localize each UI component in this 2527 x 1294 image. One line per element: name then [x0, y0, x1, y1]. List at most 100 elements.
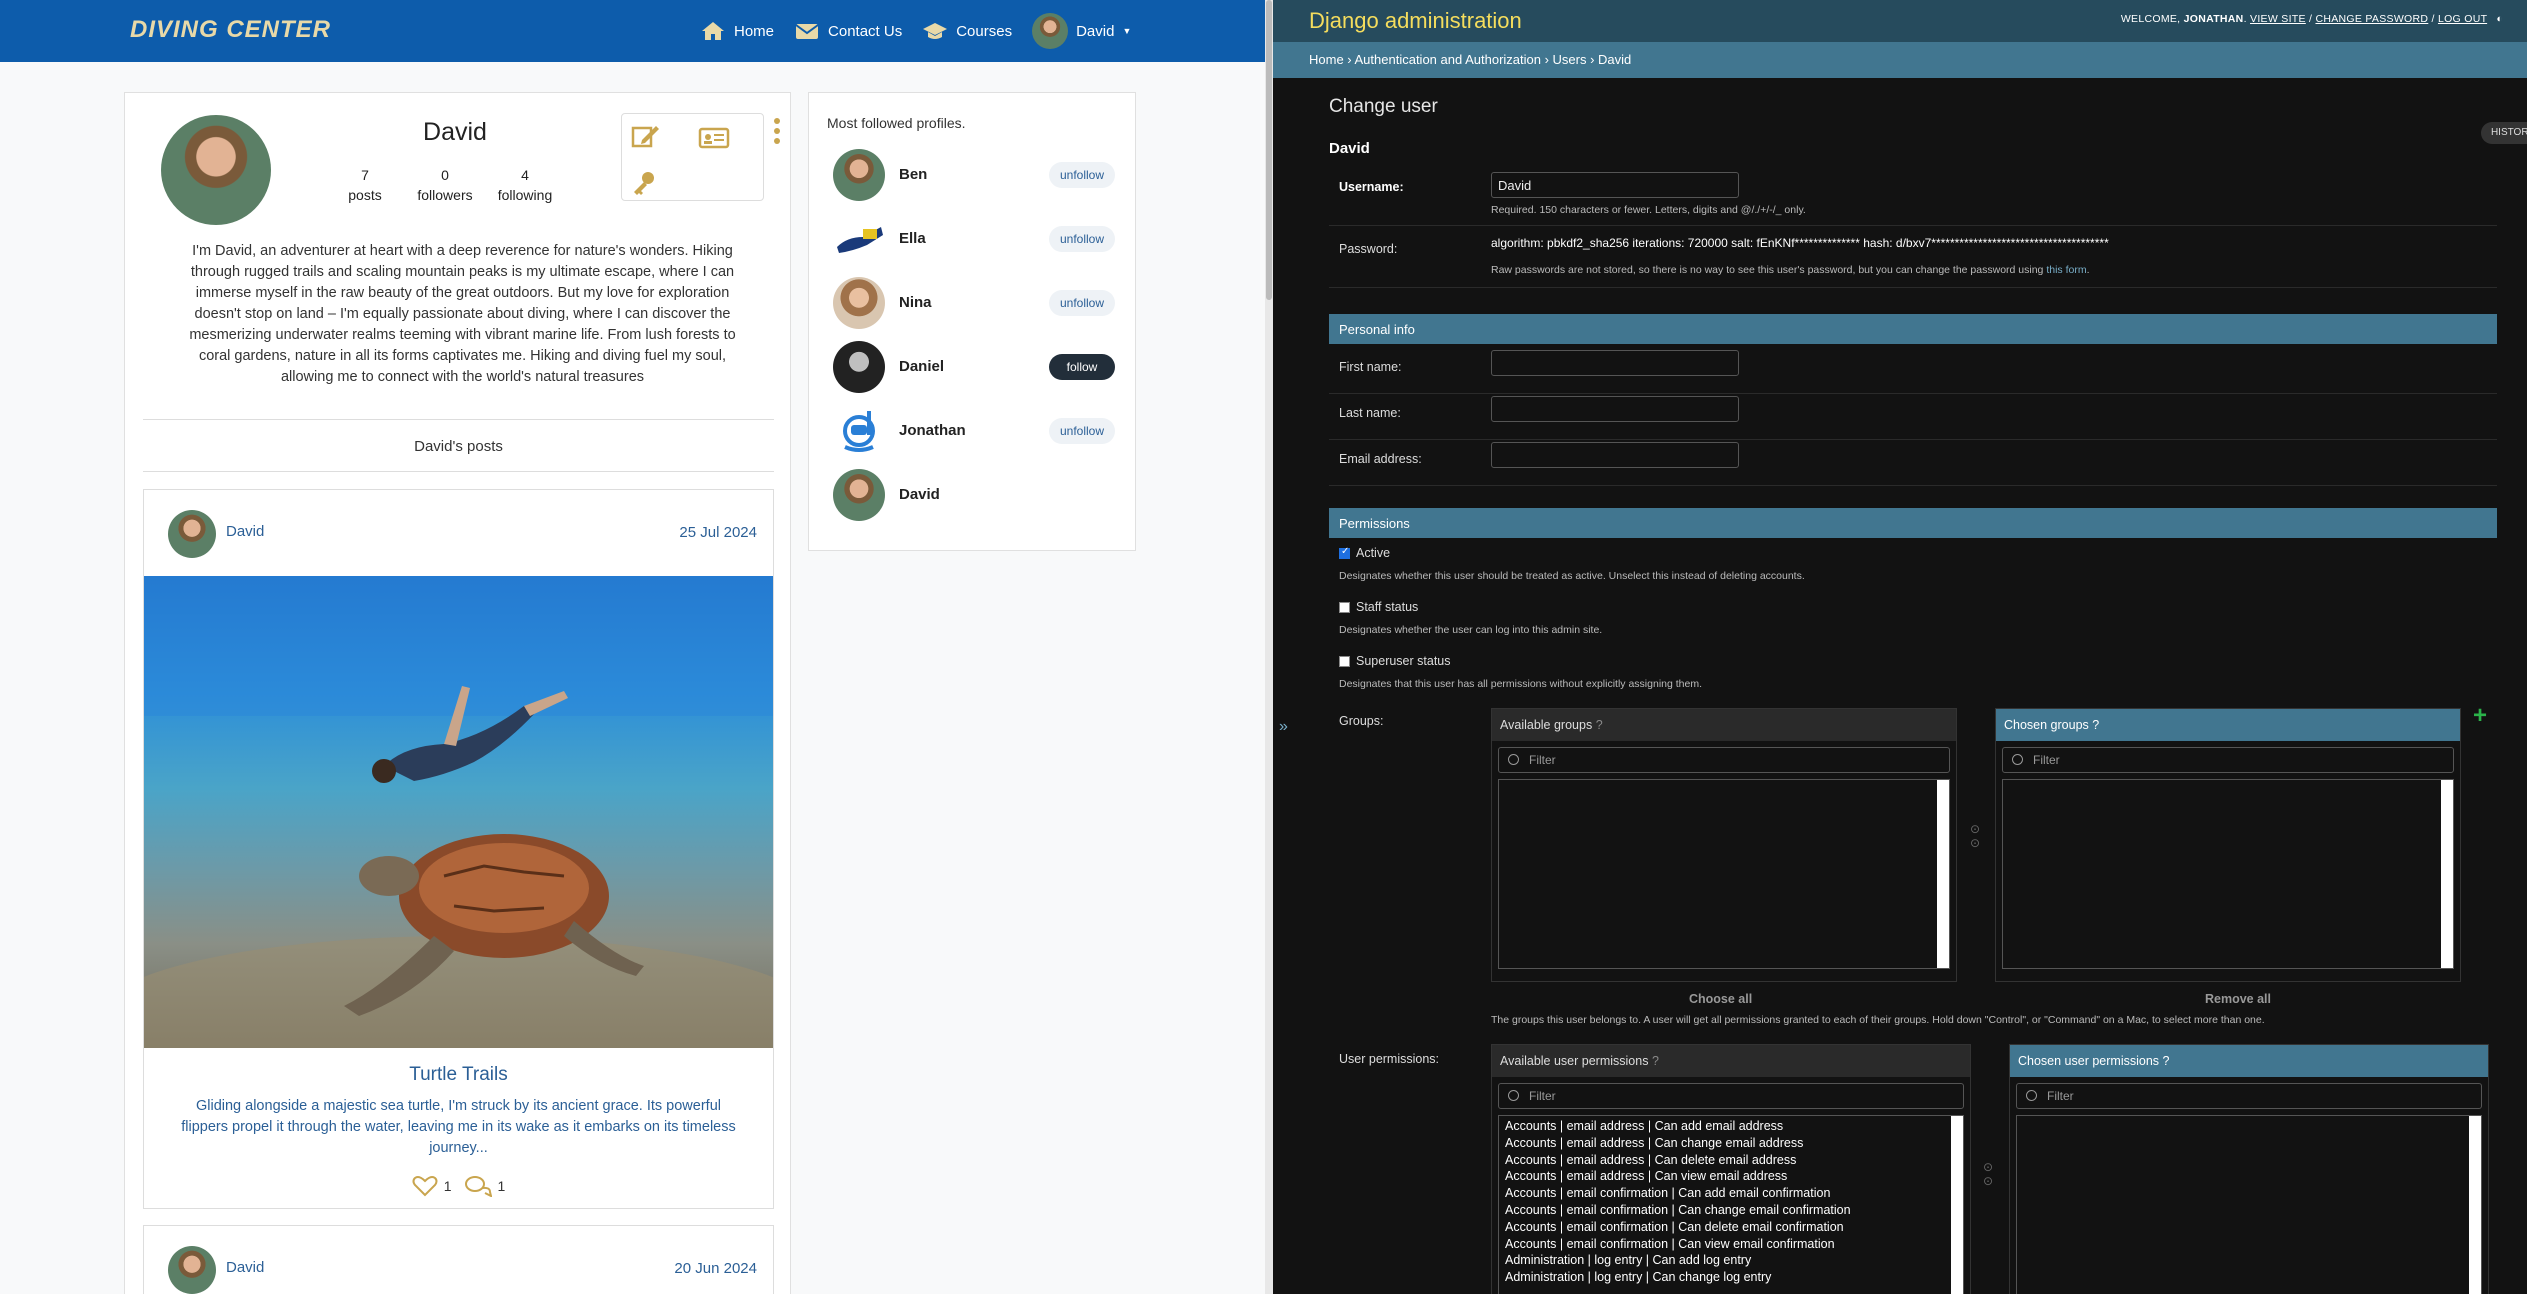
chosen-permissions-list[interactable] — [2016, 1115, 2482, 1294]
chosen-groups-filter[interactable]: Filter — [2002, 747, 2454, 773]
profile-name: David — [423, 118, 487, 146]
list-scrollbar[interactable] — [1937, 780, 1949, 968]
key-icon[interactable] — [630, 170, 658, 196]
profile-item-daniel[interactable]: Daniel follow — [833, 341, 1123, 393]
logout-link[interactable]: LOG OUT — [2438, 13, 2487, 25]
unfollow-button[interactable]: unfollow — [1049, 226, 1115, 252]
window-divider-scrollbar[interactable] — [1265, 0, 1273, 1294]
profile-avatar — [161, 115, 271, 225]
password-form-link[interactable]: this form — [2046, 264, 2086, 276]
post-card[interactable]: David 25 Jul 2024 Turtle Trails Gliding … — [143, 489, 774, 1209]
diver-avatar[interactable] — [833, 213, 885, 265]
scroll-thumb[interactable] — [1266, 0, 1272, 300]
available-groups-filter[interactable]: Filter — [1498, 747, 1950, 773]
post-image-turtle-diver[interactable] — [144, 576, 773, 1048]
nav-contact[interactable]: Contact Us — [794, 20, 902, 42]
profile-name[interactable]: Jonathan — [899, 422, 966, 439]
available-groups-list[interactable] — [1498, 779, 1950, 969]
breadcrumb[interactable]: Home › Authentication and Authorization … — [1273, 42, 2527, 78]
snorkel-avatar[interactable] — [833, 405, 885, 457]
profile-name[interactable]: Ben — [899, 166, 927, 183]
staff-checkbox-row[interactable]: Staff status — [1339, 600, 1418, 614]
move-arrows-icon[interactable]: ⊙ ⊙ — [1983, 1160, 1993, 1188]
comments-icon[interactable] — [464, 1175, 492, 1197]
more-options-icon[interactable] — [773, 117, 781, 145]
permission-option[interactable]: Accounts | email confirmation | Can view… — [1505, 1236, 1957, 1253]
profile-item-ella[interactable]: Ella unfollow — [833, 213, 1123, 265]
edit-icon[interactable] — [630, 122, 660, 150]
chosen-groups-list[interactable] — [2002, 779, 2454, 969]
post-author-avatar[interactable] — [168, 510, 216, 558]
unfollow-button[interactable]: unfollow — [1049, 418, 1115, 444]
site-logo[interactable]: DIVING CENTER — [130, 10, 331, 50]
first-name-input[interactable] — [1491, 350, 1739, 376]
stat-value: 0 — [441, 167, 449, 183]
nav-courses[interactable]: Courses — [922, 20, 1012, 42]
permission-option[interactable]: Accounts | email confirmation | Can add … — [1505, 1185, 1957, 1202]
permission-option[interactable]: Accounts | email confirmation | Can chan… — [1505, 1202, 1957, 1219]
help-icon[interactable]: ? — [1652, 1054, 1659, 1068]
permission-option[interactable]: Administration | log entry | Can add log… — [1505, 1252, 1957, 1269]
unfollow-button[interactable]: unfollow — [1049, 290, 1115, 316]
profile-item-ben[interactable]: Ben unfollow — [833, 149, 1123, 201]
permission-option[interactable]: Accounts | email address | Can delete em… — [1505, 1152, 1957, 1169]
nav-sidebar-toggle-icon[interactable]: » — [1279, 718, 1288, 736]
id-card-icon[interactable] — [698, 126, 730, 150]
profile-avatar[interactable] — [833, 149, 885, 201]
profile-name[interactable]: Ella — [899, 230, 926, 247]
user-menu[interactable]: David ▼ — [1032, 13, 1131, 49]
active-checkbox-row[interactable]: Active — [1339, 546, 1390, 560]
profile-name[interactable]: Daniel — [899, 358, 944, 375]
change-password-link[interactable]: CHANGE PASSWORD — [2315, 13, 2428, 25]
user-menu-label: David — [1076, 22, 1115, 40]
help-icon[interactable]: ? — [2092, 718, 2099, 732]
choose-all-button[interactable]: Choose all — [1689, 992, 1752, 1006]
nav-home[interactable]: Home — [700, 20, 774, 42]
theme-toggle-icon[interactable]: ◐ — [2496, 13, 2503, 25]
permission-option[interactable]: Accounts | email address | Can view emai… — [1505, 1168, 1957, 1185]
post-author[interactable]: David — [226, 1259, 264, 1276]
post-title[interactable]: Turtle Trails — [144, 1064, 773, 1086]
admin-brand[interactable]: Django administration — [1309, 8, 1522, 34]
password-help: Raw passwords are not stored, so there i… — [1491, 264, 2090, 276]
superuser-checkbox[interactable] — [1339, 655, 1350, 667]
admin-header: Django administration WELCOME, JONATHAN.… — [1273, 0, 2527, 42]
help-icon[interactable]: ? — [1596, 718, 1603, 732]
superuser-checkbox-row[interactable]: Superuser status — [1339, 654, 1451, 668]
permission-option[interactable]: Administration | log entry | Can change … — [1505, 1269, 1957, 1286]
last-name-input[interactable] — [1491, 396, 1739, 422]
profile-item-david[interactable]: David — [833, 469, 1123, 521]
help-icon[interactable]: ? — [2163, 1054, 2170, 1068]
available-permissions-list[interactable]: Accounts | email address | Can add email… — [1498, 1115, 1964, 1294]
remove-all-button[interactable]: Remove all — [2205, 992, 2271, 1006]
history-button[interactable]: HISTORY — [2481, 122, 2527, 144]
active-checkbox[interactable] — [1339, 546, 1350, 559]
profile-name[interactable]: Nina — [899, 294, 932, 311]
username-input[interactable] — [1491, 172, 1739, 198]
list-scrollbar[interactable] — [2441, 780, 2453, 968]
profile-item-jonathan[interactable]: Jonathan unfollow — [833, 405, 1123, 457]
profile-avatar[interactable] — [833, 469, 885, 521]
profile-name[interactable]: David — [899, 486, 940, 503]
view-site-link[interactable]: VIEW SITE — [2250, 13, 2306, 25]
unfollow-button[interactable]: unfollow — [1049, 162, 1115, 188]
list-scrollbar[interactable] — [2469, 1116, 2481, 1294]
move-arrows-icon[interactable]: ⊙ ⊙ — [1970, 822, 1980, 850]
available-permissions-filter[interactable]: Filter — [1498, 1083, 1964, 1109]
list-scrollbar[interactable] — [1951, 1116, 1963, 1294]
heart-icon[interactable] — [412, 1175, 438, 1197]
permission-option[interactable]: Accounts | email address | Can change em… — [1505, 1135, 1957, 1152]
chosen-permissions-filter[interactable]: Filter — [2016, 1083, 2482, 1109]
post-author[interactable]: David — [226, 523, 264, 540]
profile-avatar[interactable] — [833, 277, 885, 329]
staff-checkbox[interactable] — [1339, 601, 1350, 613]
permission-option[interactable]: Accounts | email address | Can add email… — [1505, 1118, 1957, 1135]
post-author-avatar[interactable] — [168, 1246, 216, 1294]
profile-item-nina[interactable]: Nina unfollow — [833, 277, 1123, 329]
post-card[interactable]: David 20 Jun 2024 — [143, 1225, 774, 1294]
email-input[interactable] — [1491, 442, 1739, 468]
add-group-icon[interactable]: + — [2473, 702, 2487, 730]
follow-button[interactable]: follow — [1049, 354, 1115, 380]
permission-option[interactable]: Accounts | email confirmation | Can dele… — [1505, 1219, 1957, 1236]
profile-avatar[interactable] — [833, 341, 885, 393]
